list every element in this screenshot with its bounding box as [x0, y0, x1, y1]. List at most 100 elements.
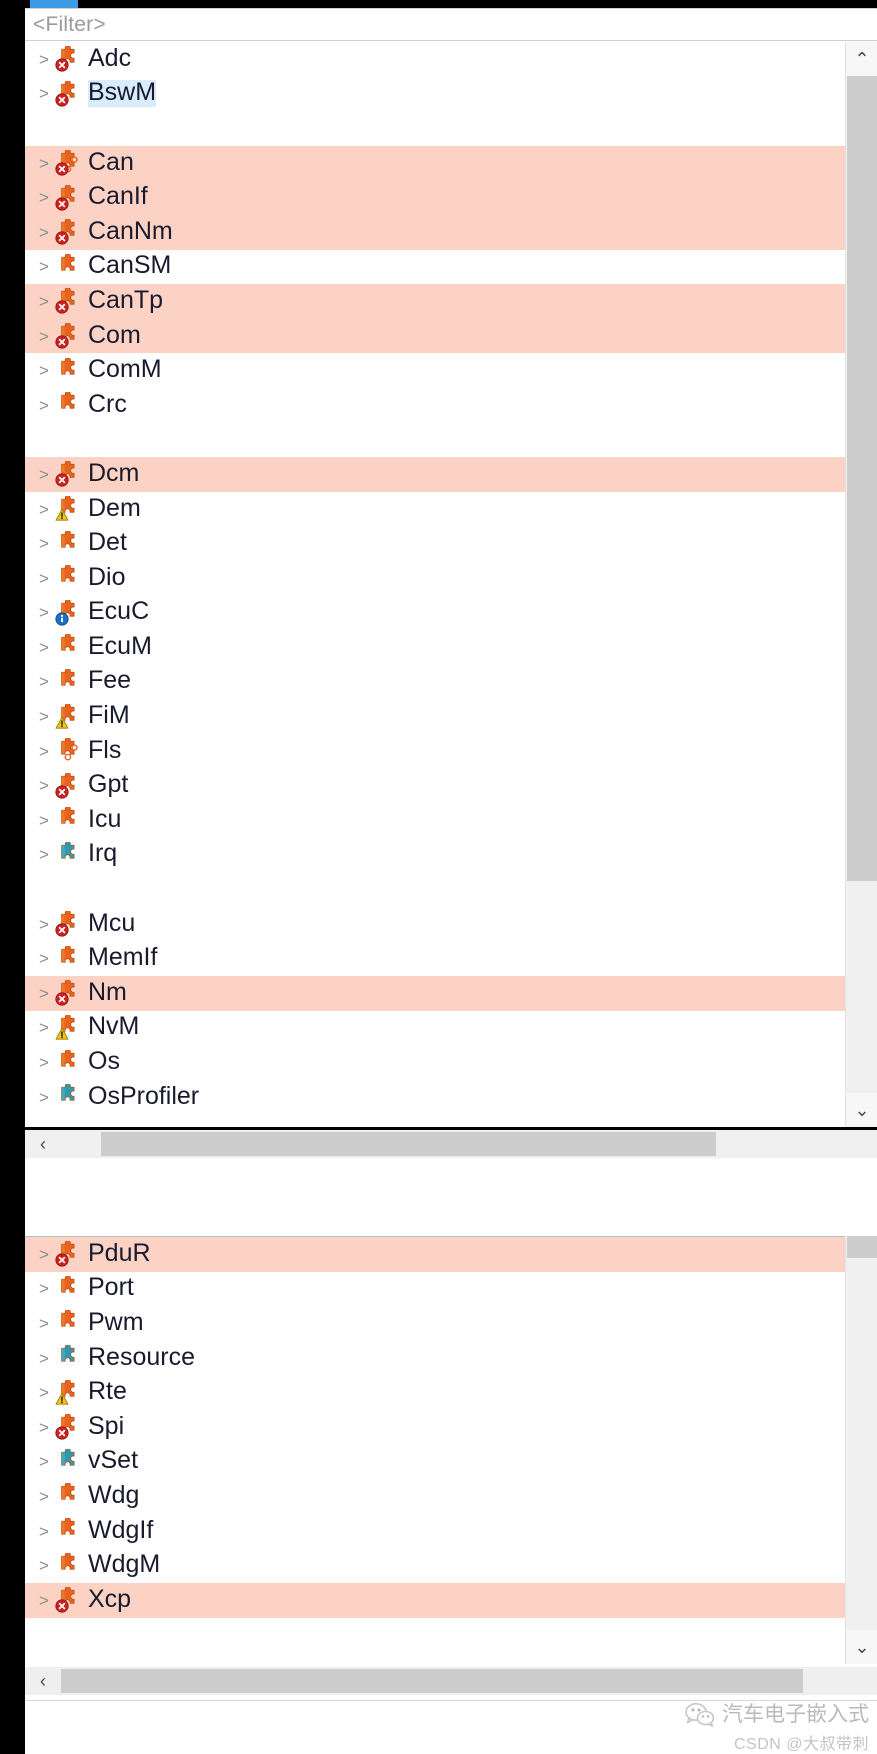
tree-item-ecuc[interactable]: > EcuC: [25, 596, 877, 631]
scroll-up-icon[interactable]: ⌃: [846, 42, 877, 76]
tree-item-cantp[interactable]: > CanTp: [25, 284, 877, 319]
tree-item-osprofiler[interactable]: > OsProfiler: [25, 1080, 877, 1115]
scroll-left-icon-bottom[interactable]: ‹: [25, 1667, 61, 1695]
chevron-right-icon[interactable]: >: [33, 1350, 55, 1367]
tree-item-adc[interactable]: > Adc: [25, 42, 877, 77]
tree-item-can[interactable]: > Can: [25, 145, 877, 181]
vertical-scrollbar-bottom[interactable]: ⌄: [845, 1236, 877, 1664]
vertical-scrollbar-top[interactable]: ⌃ ⌄: [845, 42, 877, 1127]
tree-item-wdgm[interactable]: > WdgM: [25, 1548, 877, 1583]
filter-input[interactable]: <Filter>: [33, 14, 106, 35]
tree-item-resource[interactable]: > Resource: [25, 1341, 877, 1376]
tree-item-cannm[interactable]: > CanNm: [25, 214, 877, 250]
tree-item-canif[interactable]: > CanIf: [25, 180, 877, 215]
filter-bar[interactable]: <Filter>: [25, 8, 877, 41]
tree-item-nvm[interactable]: > NvM: [25, 1011, 877, 1046]
chevron-right-icon[interactable]: >: [33, 1453, 55, 1470]
chevron-right-icon[interactable]: >: [33, 397, 55, 414]
tree-item-dcm[interactable]: > Dcm: [25, 457, 877, 492]
chevron-right-icon[interactable]: >: [33, 604, 55, 621]
scroll-left-icon[interactable]: ‹: [25, 1130, 61, 1158]
tree-item-pwm[interactable]: > Pwm: [25, 1306, 877, 1341]
chevron-right-icon[interactable]: >: [33, 777, 55, 794]
tree-item-spi[interactable]: > Spi: [25, 1410, 877, 1445]
tree-item-nm[interactable]: > Nm: [25, 976, 877, 1011]
horizontal-scroll-thumb-top[interactable]: [101, 1132, 716, 1156]
scroll-down-icon[interactable]: ⌄: [846, 1093, 877, 1127]
tree-item-wdg[interactable]: > Wdg: [25, 1479, 877, 1514]
horizontal-scrollbar-bottom[interactable]: ‹: [25, 1667, 877, 1695]
tree-item-rte[interactable]: > Rte: [25, 1375, 877, 1410]
vertical-scroll-thumb-bottom[interactable]: [847, 1236, 877, 1258]
puzzle-warning-icon: [55, 1014, 81, 1041]
tree-item-cansm[interactable]: > CanSM: [25, 250, 877, 285]
tree-item-fls[interactable]: > Fls: [25, 734, 877, 769]
chevron-right-icon[interactable]: >: [33, 985, 55, 1002]
tree-panel-top[interactable]: > Adc > BswM > Can > CanIf > CanNm > CanSM > CanTp > Co…: [25, 42, 877, 1127]
tree-item-icu[interactable]: > Icu: [25, 803, 877, 838]
chevron-right-icon[interactable]: >: [33, 639, 55, 656]
tree-item-os[interactable]: > Os: [25, 1045, 877, 1080]
tree-item-pdur[interactable]: > PduR: [25, 1237, 877, 1272]
chevron-right-icon[interactable]: >: [33, 224, 55, 241]
chevron-right-icon[interactable]: >: [33, 328, 55, 345]
chevron-right-icon[interactable]: >: [33, 535, 55, 552]
horizontal-scroll-track-top[interactable]: [61, 1130, 877, 1158]
chevron-right-icon[interactable]: >: [33, 812, 55, 829]
chevron-right-icon[interactable]: >: [33, 189, 55, 206]
tree-item-irq[interactable]: > Irq: [25, 838, 877, 873]
chevron-right-icon[interactable]: >: [33, 1557, 55, 1574]
chevron-right-icon[interactable]: >: [33, 1592, 55, 1609]
chevron-right-icon[interactable]: >: [33, 258, 55, 275]
tree-item-det[interactable]: > Det: [25, 526, 877, 561]
chevron-right-icon[interactable]: >: [33, 846, 55, 863]
tree-item-memif[interactable]: > MemIf: [25, 941, 877, 976]
chevron-right-icon[interactable]: >: [33, 1280, 55, 1297]
chevron-right-icon[interactable]: >: [33, 570, 55, 587]
chevron-right-icon[interactable]: >: [33, 85, 55, 102]
tree-item-wdgif[interactable]: > WdgIf: [25, 1514, 877, 1549]
tree-item-fim[interactable]: > FiM: [25, 699, 877, 734]
chevron-right-icon[interactable]: >: [33, 708, 55, 725]
tree-item-bswm[interactable]: > BswM: [25, 77, 877, 112]
chevron-right-icon[interactable]: >: [33, 362, 55, 379]
horizontal-scroll-thumb-bottom[interactable]: [61, 1669, 803, 1693]
tree-item-mcu[interactable]: > Mcu: [25, 907, 877, 942]
chevron-right-icon[interactable]: >: [33, 1089, 55, 1106]
chevron-right-icon[interactable]: >: [33, 673, 55, 690]
tree-item-crc[interactable]: > Crc: [25, 388, 877, 423]
tree-item-ecum[interactable]: > EcuM: [25, 630, 877, 665]
tree-item-fee[interactable]: > Fee: [25, 665, 877, 700]
chevron-right-icon[interactable]: >: [33, 1315, 55, 1332]
chevron-right-icon[interactable]: >: [33, 1488, 55, 1505]
chevron-right-icon[interactable]: >: [33, 466, 55, 483]
tree-item-dio[interactable]: > Dio: [25, 561, 877, 596]
horizontal-scrollbar-top[interactable]: ‹: [25, 1130, 877, 1158]
chevron-right-icon[interactable]: >: [33, 1419, 55, 1436]
chevron-right-icon[interactable]: >: [33, 1054, 55, 1071]
tree-item-port[interactable]: > Port: [25, 1272, 877, 1307]
chevron-right-icon[interactable]: >: [33, 1523, 55, 1540]
chevron-right-icon[interactable]: >: [33, 916, 55, 933]
chevron-right-icon[interactable]: >: [33, 501, 55, 518]
tree-item-vset[interactable]: > vSet: [25, 1445, 877, 1480]
tree-item-com[interactable]: > Com: [25, 318, 877, 354]
tree-item-comm[interactable]: > ComM: [25, 353, 877, 388]
vertical-scroll-thumb-top[interactable]: [847, 76, 877, 881]
chevron-right-icon[interactable]: >: [33, 743, 55, 760]
chevron-right-icon[interactable]: >: [33, 1384, 55, 1401]
active-tab-indicator[interactable]: [30, 0, 78, 8]
horizontal-scroll-track-bottom[interactable]: [61, 1667, 877, 1695]
scroll-down-icon-bottom[interactable]: ⌄: [846, 1630, 877, 1664]
chevron-right-icon[interactable]: >: [33, 1019, 55, 1036]
chevron-right-icon[interactable]: >: [33, 51, 55, 68]
chevron-right-icon[interactable]: >: [33, 155, 55, 172]
chevron-right-icon[interactable]: >: [33, 293, 55, 310]
chevron-right-icon[interactable]: >: [33, 1246, 55, 1263]
tree-item-xcp[interactable]: > Xcp: [25, 1582, 877, 1618]
tree-item-dem[interactable]: > Dem: [25, 492, 877, 527]
tree-item-label: MemIf: [88, 943, 158, 972]
tree-item-gpt[interactable]: > Gpt: [25, 768, 877, 803]
chevron-right-icon[interactable]: >: [33, 950, 55, 967]
tree-panel-bottom[interactable]: > PduR > Port > Pwm > Resource > Rte > Spi > vSet > Wdg…: [25, 1236, 877, 1664]
